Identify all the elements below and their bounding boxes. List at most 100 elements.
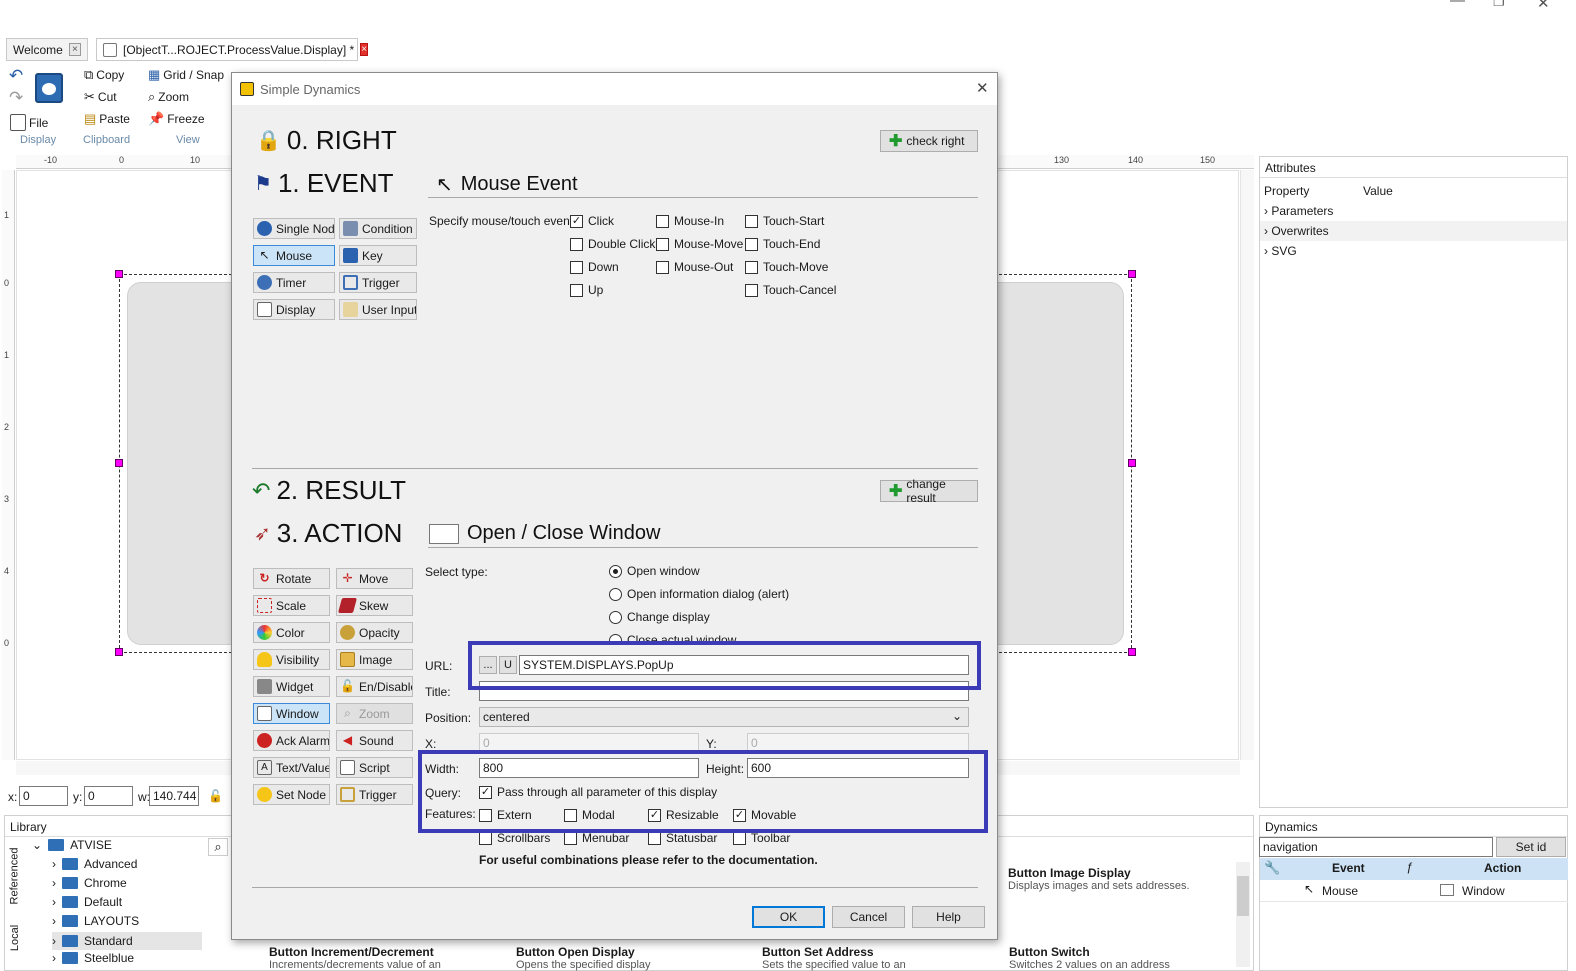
zoom-button[interactable]: ⌕ Zoom	[148, 89, 189, 105]
touch-start-checkbox[interactable]: Touch-Start	[745, 214, 824, 228]
mouse-out-checkbox[interactable]: Mouse-Out	[656, 260, 733, 274]
toolbar-checkbox[interactable]: Toolbar	[733, 831, 790, 845]
event-key-button[interactable]: Key	[339, 245, 417, 266]
event-mouse-button[interactable]: ↖ Mouse	[253, 245, 335, 266]
tree-item[interactable]: › Standard	[52, 932, 202, 950]
action-widget-button[interactable]: Widget	[253, 676, 330, 697]
action-window-button[interactable]: Window	[253, 703, 330, 724]
tree-item[interactable]: › Advanced	[52, 857, 137, 871]
library-search-icon[interactable]: ⌕	[208, 838, 228, 856]
action-scale-button[interactable]: Scale	[253, 595, 330, 616]
event-single-node-button[interactable]: Single Node	[253, 218, 335, 239]
check-right-button[interactable]: ✚ check right	[880, 130, 978, 152]
dynamics-search-input[interactable]: navigation	[1259, 837, 1493, 857]
action-en-disable-button[interactable]: 🔓 En/Disable	[336, 676, 413, 697]
attr-row-svg[interactable]: › SVG	[1260, 241, 1567, 261]
open-window-radio[interactable]: Open window	[609, 564, 700, 578]
change-result-button[interactable]: ✚ change result	[880, 477, 978, 505]
action-sound-button[interactable]: ◀ Sound	[336, 730, 413, 751]
resize-handle[interactable]	[115, 459, 123, 467]
tab-display[interactable]: [ObjectT...ROJECT.ProcessValue.Display] …	[96, 38, 369, 61]
touch-cancel-checkbox[interactable]: Touch-Cancel	[745, 283, 836, 297]
action-visibility-button[interactable]: Visibility	[253, 649, 330, 670]
tree-item[interactable]: › Steelblue	[52, 951, 134, 965]
help-button[interactable]: Help	[912, 906, 985, 928]
up-checkbox[interactable]: Up	[570, 283, 603, 297]
file-button[interactable]: File	[10, 114, 48, 131]
library-card-button-switch[interactable]: Button Switch Switches 2 values on an ad…	[1009, 945, 1237, 971]
x-coord-input[interactable]: 0	[19, 786, 68, 806]
event-timer-button[interactable]: Timer	[253, 272, 335, 293]
resize-handle[interactable]	[1128, 270, 1136, 278]
resize-handle[interactable]	[115, 270, 123, 278]
copy-button[interactable]: ⧉ Copy	[84, 67, 124, 83]
double-click-checkbox[interactable]: Double Click	[570, 237, 655, 251]
down-checkbox[interactable]: Down	[570, 260, 619, 274]
library-card-button-increment[interactable]: Button Increment/Decrement Increments/de…	[269, 945, 509, 971]
redo-icon[interactable]: ↷	[9, 88, 23, 108]
undo-icon[interactable]: ↶	[9, 66, 23, 86]
w-coord-input[interactable]: 140.744	[149, 786, 199, 806]
attr-row-overwrites[interactable]: › Overwrites	[1260, 221, 1567, 241]
set-id-button[interactable]: Set id	[1496, 837, 1566, 857]
dialog-close-button[interactable]: ✕	[976, 79, 989, 97]
action-color-button[interactable]: Color	[253, 622, 330, 643]
minimize-button[interactable]: —	[1450, 0, 1465, 9]
click-checkbox[interactable]: ✓ Click	[570, 214, 614, 228]
cancel-button[interactable]: Cancel	[832, 906, 905, 928]
action-image-button[interactable]: Image	[336, 649, 413, 670]
action-zoom-button[interactable]: ⌕ Zoom	[336, 703, 413, 724]
action-text-value-button[interactable]: A Text/Value	[253, 757, 330, 778]
event-condition-button[interactable]: Condition	[339, 218, 417, 239]
statusbar-checkbox[interactable]: Statusbar	[648, 831, 717, 845]
cut-button[interactable]: ✂ Cut	[84, 89, 117, 105]
touch-end-checkbox[interactable]: Touch-End	[745, 237, 820, 251]
resize-handle[interactable]	[1128, 648, 1136, 656]
ok-button[interactable]: OK	[752, 906, 825, 928]
event-display-button[interactable]: Display	[253, 299, 335, 320]
action-set-node-button[interactable]: Set Node	[253, 784, 330, 805]
close-window-button[interactable]: ✕	[1537, 0, 1550, 12]
resize-handle[interactable]	[115, 648, 123, 656]
menubar-checkbox[interactable]: Menubar	[564, 831, 629, 845]
close-window-radio[interactable]: Close actual window	[609, 633, 736, 641]
mouse-in-checkbox[interactable]: Mouse-In	[656, 214, 724, 228]
open-alert-radio[interactable]: Open information dialog (alert)	[609, 587, 789, 601]
restore-button[interactable]: ❐	[1493, 0, 1505, 10]
action-ack-alarm-button[interactable]: Ack Alarm	[253, 730, 330, 751]
action-move-button[interactable]: ✛ Move	[336, 568, 413, 589]
y-coord-input[interactable]: 0	[84, 786, 133, 806]
resize-handle[interactable]	[1128, 459, 1136, 467]
library-card-button-set-address[interactable]: Button Set Address Sets the specified va…	[762, 945, 1002, 971]
dynamics-row[interactable]: ↖ Mouse Window	[1260, 880, 1568, 902]
tree-item[interactable]: › Chrome	[52, 876, 127, 890]
freeze-button[interactable]: 📌 Freeze	[148, 111, 205, 127]
event-trigger-button[interactable]: Trigger	[339, 272, 417, 293]
mouse-move-checkbox[interactable]: Mouse-Move	[656, 237, 743, 251]
side-tab-local[interactable]: Local	[9, 925, 21, 951]
tree-item[interactable]: › LAYOUTS	[52, 914, 139, 928]
library-scrollbar[interactable]	[1236, 862, 1250, 967]
lock-icon[interactable]: 🔓	[208, 789, 223, 803]
save-icon[interactable]	[35, 73, 63, 103]
library-card-button-open-display[interactable]: Button Open Display Opens the specified …	[516, 945, 756, 971]
event-user-input-button[interactable]: User Input	[339, 299, 417, 320]
action-rotate-button[interactable]: ↻ Rotate	[253, 568, 330, 589]
tree-item[interactable]: › Default	[52, 895, 122, 909]
action-skew-button[interactable]: Skew	[336, 595, 413, 616]
scrollbars-checkbox[interactable]: Scrollbars	[479, 831, 550, 845]
position-select[interactable]: centered ⌄	[479, 707, 969, 727]
touch-move-checkbox[interactable]: Touch-Move	[745, 260, 828, 274]
action-opacity-button[interactable]: Opacity	[336, 622, 413, 643]
tree-root[interactable]: ⌄ ATVISE	[32, 838, 112, 852]
close-icon[interactable]: ×	[68, 43, 81, 56]
action-script-button[interactable]: Script	[336, 757, 413, 778]
library-card-button-image-display[interactable]: Button Image Display Displays images and…	[1008, 866, 1236, 892]
tab-welcome[interactable]: Welcome ×	[6, 38, 88, 61]
change-display-radio[interactable]: Change display	[609, 610, 710, 624]
action-trigger-button[interactable]: Trigger	[336, 784, 413, 805]
grid-snap-button[interactable]: ▦ Grid / Snap	[148, 67, 224, 83]
vertical-scrollbar[interactable]	[1240, 170, 1254, 760]
paste-button[interactable]: ▤ Paste	[84, 111, 130, 127]
attr-row-parameters[interactable]: › Parameters	[1260, 201, 1567, 221]
